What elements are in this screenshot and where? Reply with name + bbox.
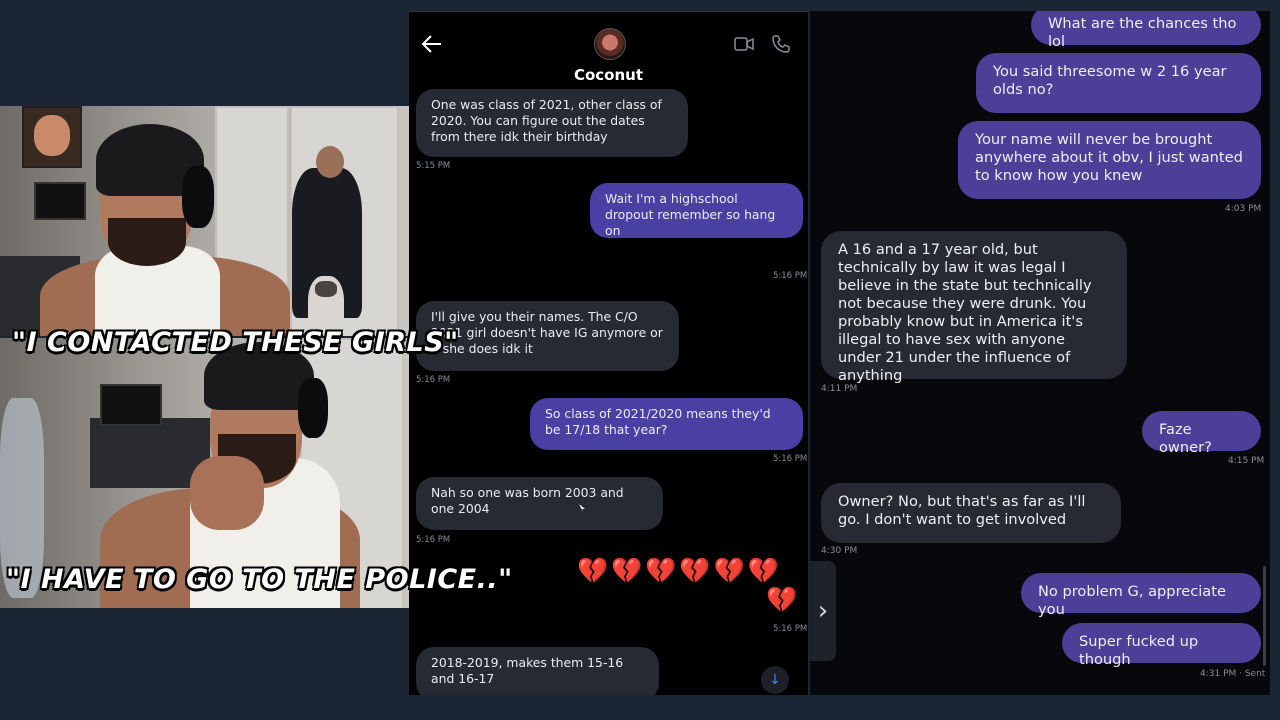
arrow-left-icon[interactable] bbox=[421, 32, 443, 56]
message-incoming[interactable]: One was class of 2021, other class of 20… bbox=[416, 89, 688, 157]
message-outgoing[interactable]: Faze owner? bbox=[1142, 411, 1261, 456]
message-outgoing[interactable]: So class of 2021/2020 means they'd be 17… bbox=[530, 398, 803, 450]
scrollbar[interactable] bbox=[1263, 566, 1266, 666]
headset bbox=[298, 378, 328, 438]
message-timestamp: 5:16 PM bbox=[416, 375, 451, 385]
message-incoming[interactable]: 2018-2019, makes them 15-16 and 16-17 bbox=[416, 647, 659, 695]
message-outgoing[interactable]: Wait I'm a highschool dropout remember s… bbox=[590, 183, 803, 238]
caption-top: "I CONTACTED THESE GIRLS" bbox=[12, 327, 459, 358]
message-outgoing[interactable]: Your name will never be brought anywhere… bbox=[958, 121, 1261, 199]
cutout-head bbox=[316, 146, 344, 178]
arrow-down-icon[interactable]: ↓ bbox=[761, 666, 789, 694]
laughing-emoji: 😂 bbox=[777, 243, 796, 262]
chat-header: Coconut bbox=[409, 11, 808, 90]
wall-poster bbox=[22, 106, 82, 168]
message-timestamp: 5:16 PM bbox=[773, 271, 808, 281]
background-band bbox=[0, 695, 1280, 720]
message-timestamp: 4:11 PM bbox=[821, 384, 858, 394]
message-timestamp: 5:15 PM bbox=[416, 161, 451, 171]
message-outgoing[interactable]: Super fucked up though bbox=[1062, 623, 1261, 668]
message-outgoing[interactable]: You said threesome w 2 16 year olds no? bbox=[976, 53, 1261, 113]
message-outgoing[interactable]: What are the chances tho lol bbox=[1031, 11, 1261, 50]
background-monitor bbox=[34, 182, 86, 220]
webcam-frame-top bbox=[0, 106, 410, 336]
message-incoming[interactable]: A 16 and a 17 year old, but technically … bbox=[821, 231, 1127, 384]
beard bbox=[108, 218, 186, 266]
mouse-cursor-icon bbox=[579, 504, 585, 512]
background-monitor bbox=[100, 384, 162, 426]
broken-heart-emojis: 💔💔💔💔💔💔 bbox=[577, 556, 782, 585]
message-outgoing[interactable]: No problem G, appreciate you bbox=[1021, 573, 1261, 618]
message-timestamp: 5:16 PM bbox=[773, 454, 808, 464]
message-timestamp: 5:16 PM bbox=[773, 624, 808, 634]
message-timestamp: 4:30 PM bbox=[821, 546, 858, 556]
chat-screen-right: What are the chances tho lol You said th… bbox=[810, 11, 1270, 695]
chevron-right-icon[interactable]: › bbox=[810, 561, 836, 661]
caption-bottom: "I HAVE TO GO TO THE POLICE.." bbox=[6, 564, 513, 595]
message-timestamp: 4:03 PM bbox=[1225, 204, 1262, 214]
avatar[interactable] bbox=[594, 28, 626, 60]
message-incoming[interactable]: Owner? No, but that's as far as I'll go.… bbox=[821, 483, 1121, 543]
video-camera-icon[interactable] bbox=[734, 37, 754, 51]
message-incoming[interactable]: Nah so one was born 2003 and one 2004 bbox=[416, 477, 663, 530]
contact-name[interactable]: Coconut bbox=[409, 66, 808, 84]
phone-icon[interactable] bbox=[771, 34, 791, 54]
hand-on-chin bbox=[190, 456, 264, 530]
broken-heart-emoji: 💔 bbox=[766, 585, 801, 614]
message-timestamp: 5:16 PM bbox=[416, 535, 451, 545]
message-timestamp: 4:31 PM · Sent bbox=[1200, 669, 1266, 679]
message-timestamp: 4:15 PM bbox=[1228, 456, 1265, 466]
headset bbox=[182, 166, 214, 228]
dog-face bbox=[315, 281, 337, 297]
